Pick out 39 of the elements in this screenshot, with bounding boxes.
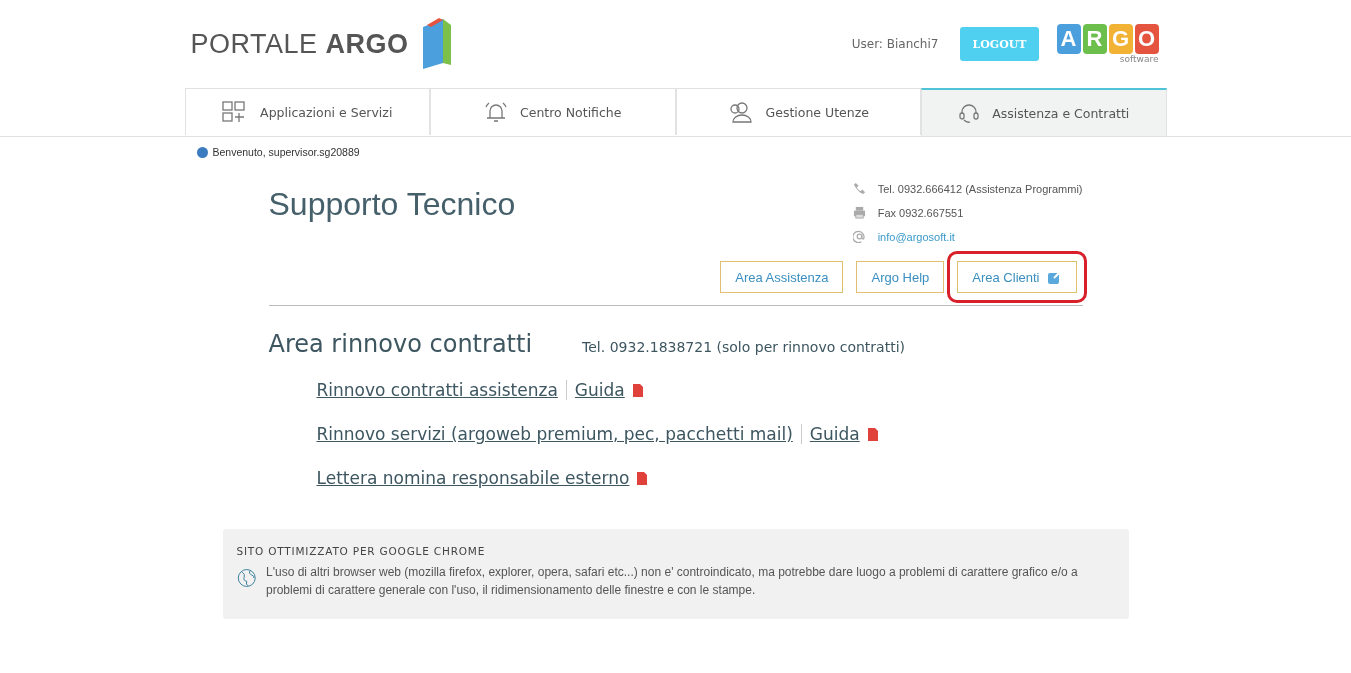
notice-title: SITO OTTIMIZZATO PER GOOGLE CHROME <box>236 545 487 557</box>
tab-label: Applicazioni e Servizi <box>260 104 393 120</box>
brand-letter: R <box>1082 24 1107 54</box>
at-sign-icon <box>852 230 866 243</box>
brand-subtitle: software <box>1119 54 1159 64</box>
renewal-link[interactable]: Rinnovo servizi (argoweb premium, pec, pacchetti mail) <box>316 424 793 444</box>
users-icon <box>727 101 754 123</box>
contact-text: Fax 0932.667551 <box>877 206 964 219</box>
external-link-icon <box>1047 270 1062 284</box>
nav-tab[interactable]: Centro Notifiche <box>430 88 676 135</box>
nav-tab[interactable]: Gestione Utenze <box>675 88 921 135</box>
renewal-link[interactable]: Lettera nomina responsabile esterno <box>316 468 630 488</box>
renewal-link[interactable]: Rinnovo contratti assistenza <box>316 380 558 400</box>
nav-tab[interactable]: Assistenza e Contratti <box>921 88 1167 136</box>
tab-label: Centro Notifiche <box>520 104 622 120</box>
tab-label: Assistenza e Contratti <box>992 105 1130 121</box>
brand-letter: O <box>1134 24 1159 54</box>
nav-tab[interactable]: Applicazioni e Servizi <box>184 88 430 135</box>
brand-letter: G <box>1108 24 1133 54</box>
portal-title: PORTALE ARGO <box>190 28 409 60</box>
brand-letter: A <box>1056 24 1081 54</box>
welcome-text: Benvenuto, supervisor.sg20889 <box>212 146 360 158</box>
renewal-phone: Tel. 0932.1838721 (solo per rinnovo contratti) <box>582 339 905 355</box>
section-title: Area rinnovo contratti <box>268 330 533 358</box>
printer-icon <box>852 206 866 219</box>
info-icon <box>196 146 208 158</box>
phone-icon <box>852 182 866 195</box>
contact-text: Tel. 0932.666412 (Assistenza Programmi) <box>877 182 1083 195</box>
support-button[interactable]: Area Clienti <box>957 261 1077 293</box>
support-button[interactable]: Area Assistenza <box>720 261 844 293</box>
headset-icon <box>958 102 981 124</box>
tab-label: Gestione Utenze <box>765 104 869 120</box>
support-button[interactable]: Argo Help <box>856 261 945 293</box>
guide-link[interactable]: Guida <box>574 380 625 400</box>
notice-text: L'uso di altri browser web (mozilla firefox, explorer, opera, safari etc...) non e' controindicato, ma potrebbe dare luogo a problemi di carattere grafico e/o a problemi di carattere generale con l'uso, il ridimensionamento delle finestre e con le stampe. <box>266 564 1079 599</box>
bell-icon <box>484 101 508 123</box>
guide-link[interactable]: Guida <box>809 424 860 444</box>
user-label: User: Bianchi7 <box>851 37 939 51</box>
section-title: Supporto Tecnico <box>268 186 516 224</box>
